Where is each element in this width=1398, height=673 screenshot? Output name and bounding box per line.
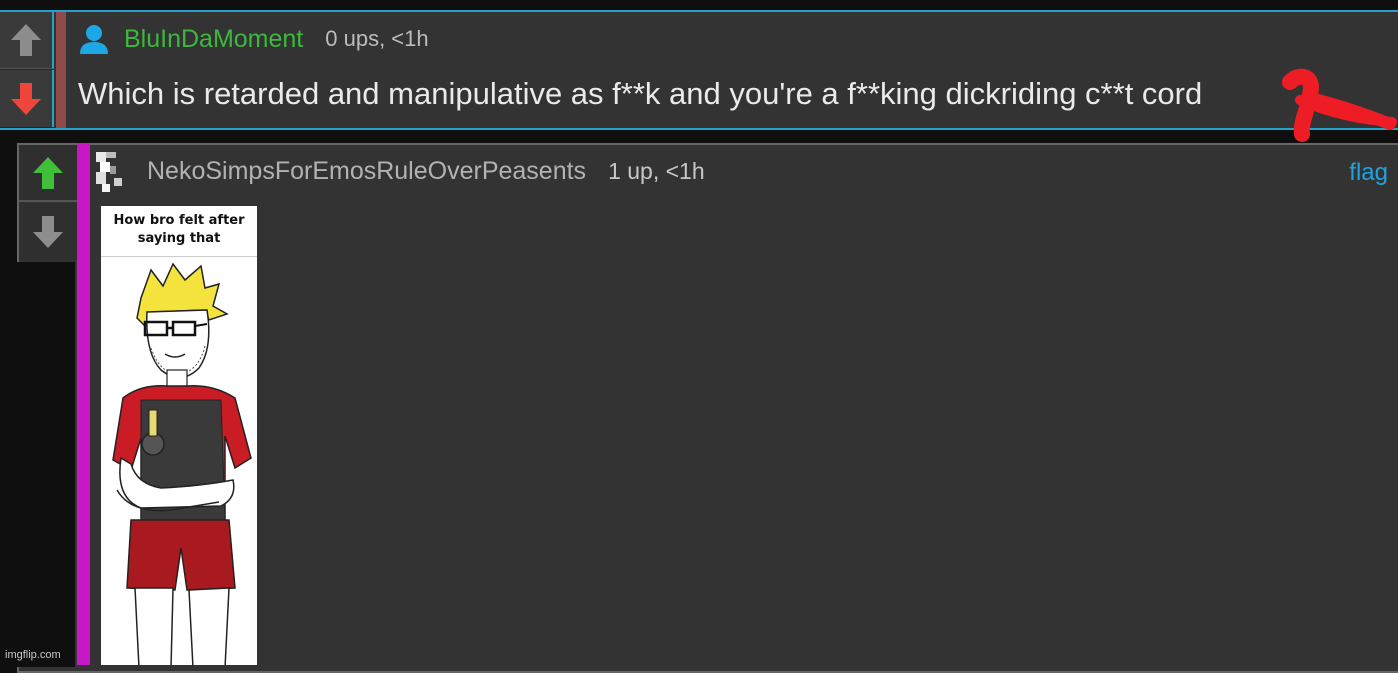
reply-header: NekoSimpsForEmosRuleOverPeasents 1 up, <… (147, 157, 705, 186)
left-gutter (0, 262, 75, 667)
arrow-down-icon (11, 82, 41, 115)
downvote-button[interactable] (0, 70, 54, 127)
parent-comment: BluInDaMoment 0 ups, <1h Which is retard… (0, 10, 1398, 142)
reply-downvote-button[interactable] (19, 203, 77, 260)
comment-meta: 0 ups, <1h (325, 26, 429, 51)
reply-meta: 1 up, <1h (608, 158, 705, 184)
comment-username[interactable]: BluInDaMoment (124, 25, 303, 54)
comment-text: Which is retarded and manipulative as f*… (78, 76, 1203, 111)
vote-column (0, 12, 54, 128)
arrow-up-icon (11, 24, 41, 56)
meme-caption: How bro felt after saying that (113, 213, 245, 246)
reply-username[interactable]: NekoSimpsForEmosRuleOverPeasents (147, 157, 586, 186)
soyjak-drawing (112, 262, 252, 665)
pixel-avatar (96, 152, 122, 192)
imgflip-watermark: imgflip.com (5, 649, 61, 661)
thread-bar (56, 12, 66, 128)
meme-divider (101, 256, 257, 257)
arrow-down-icon (33, 215, 63, 248)
flag-link[interactable]: flag (1349, 159, 1388, 187)
reply-vote-column (19, 145, 79, 261)
comment-header: BluInDaMoment 0 ups, <1h (78, 24, 429, 54)
meme-image[interactable]: How bro felt after saying that (101, 206, 257, 665)
user-icon (80, 25, 108, 54)
reply-upvote-button[interactable] (19, 145, 77, 202)
reply-thread-bar (77, 143, 90, 665)
upvote-button[interactable] (0, 12, 54, 69)
arrow-up-icon (33, 156, 63, 189)
red-scribble (1282, 68, 1397, 142)
